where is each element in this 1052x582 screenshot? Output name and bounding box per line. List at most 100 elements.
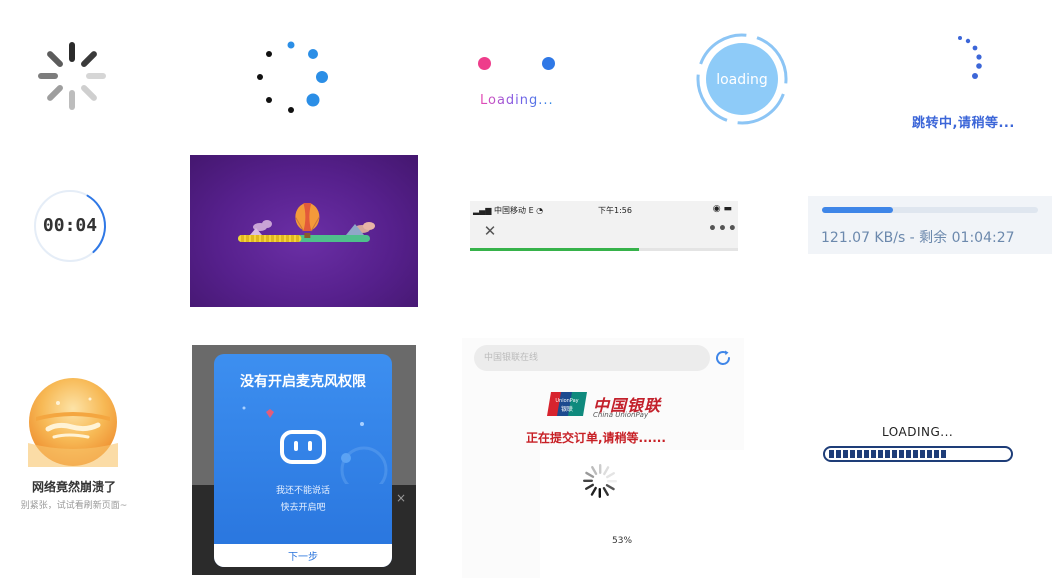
pay-spinner-spoke <box>603 466 610 476</box>
pay-spinner-spoke <box>598 488 601 498</box>
dialog-message-line2: 快去开启吧 <box>280 503 326 513</box>
pay-spinner-spoke <box>602 487 609 496</box>
segmented-progress-bar <box>823 446 1013 462</box>
progress-segment <box>857 450 862 458</box>
download-speed-text: 121.07 KB/s - 剩余 01:04:27 <box>821 230 1015 246</box>
spinner-dot <box>287 41 295 49</box>
svg-text:UnionPay: UnionPay <box>555 398 578 404</box>
spinner-dot <box>308 49 318 59</box>
pay-search-input[interactable]: 中国银联在线 <box>474 345 710 371</box>
planet-crash-icon <box>28 378 118 467</box>
hot-air-balloon-icon <box>294 203 320 238</box>
spinner-spoke <box>81 85 97 101</box>
pink-dot <box>478 57 491 70</box>
loading-circle-label: loading <box>716 72 768 88</box>
progress-segment <box>920 450 925 458</box>
dialog-title: 没有开启麦克风权限 <box>240 374 366 390</box>
pay-spinner-spoke <box>605 484 615 491</box>
pay-progress-percent: 53% <box>612 536 633 546</box>
dialog-message-line1: 我还不能说话 <box>275 486 330 496</box>
permission-dialog: 没有开启麦克风权限 我还不能说话 快去开启吧 下一步 <box>214 354 392 567</box>
page-load-progress-fill <box>470 248 639 251</box>
spinner-spoke <box>69 90 75 110</box>
arc-dot <box>972 45 978 51</box>
order-submitting-text: 正在提交订单,请稍等...... <box>526 431 666 445</box>
unionpay-brand-en: China UnionPay <box>593 411 649 419</box>
chain-link <box>291 235 294 242</box>
progress-segment <box>913 450 918 458</box>
progress-segment <box>850 450 855 458</box>
arc-dot <box>976 63 982 69</box>
progress-segment <box>864 450 869 458</box>
download-progress-card: 121.07 KB/s - 剩余 01:04:27 <box>808 196 1052 254</box>
pay-loading-panel <box>540 450 744 578</box>
progress-segment <box>843 450 848 458</box>
chain-link <box>261 235 264 242</box>
download-progress-track <box>822 207 1038 213</box>
countdown-timer: 00:04 <box>42 215 98 236</box>
chain-link <box>256 235 259 242</box>
chain-link <box>286 235 289 242</box>
redirect-text: 跳转中,请稍等... <box>912 116 1015 131</box>
chain-link <box>296 235 299 242</box>
dialog-footer: 下一步 <box>214 544 392 567</box>
status-bar: ▂▄▆ 中国移动 E ◔ 下午1:56 ◉ ▬ <box>470 201 738 219</box>
progress-segment <box>878 450 883 458</box>
pay-spinner-spoke <box>583 479 593 482</box>
spinner-dot <box>288 107 294 113</box>
broken-heart-icon <box>266 409 274 418</box>
balloon-scene <box>238 203 375 242</box>
progress-segment <box>885 450 890 458</box>
progress-segment <box>941 450 946 458</box>
status-time: 下午1:56 <box>598 206 632 215</box>
spinner-spoke <box>38 73 58 79</box>
more-menu-button[interactable]: ••• <box>708 221 738 237</box>
refresh-icon[interactable] <box>714 349 732 367</box>
loading-circle-icon: loading <box>696 33 788 125</box>
spinner-dot <box>266 97 272 103</box>
carrier-label: ▂▄▆ 中国移动 E ◔ <box>473 206 544 215</box>
pay-spinner-spoke <box>606 472 615 479</box>
progress-segment <box>906 450 911 458</box>
pay-spinner-spoke <box>599 464 602 474</box>
arc-dot <box>965 38 971 44</box>
pay-spinner-spoke <box>585 471 595 478</box>
blue-dot <box>542 57 555 70</box>
right-cloud-icon <box>346 222 375 235</box>
spinner-spoke <box>69 42 75 62</box>
unionpay-card: 中国银联在线 UnionPay 银联 中国银联 China UnionPay 正… <box>462 338 744 578</box>
segmented-progress-fill <box>829 450 946 458</box>
unionpay-logo-icon: UnionPay 银联 <box>547 392 587 416</box>
left-cloud-icon <box>250 220 272 235</box>
chain-link <box>271 235 274 242</box>
chain-link <box>246 235 249 242</box>
spinner-dot <box>266 51 272 57</box>
wifi-icon: ◔ <box>536 206 544 215</box>
pay-spinner-icon <box>583 464 617 498</box>
crash-subtitle: 别紧张，试试看刷新页面~ <box>20 501 128 511</box>
pay-spinner-spoke <box>591 466 598 475</box>
chain-link <box>281 235 284 242</box>
svg-text:银联: 银联 <box>561 405 573 413</box>
progress-segment <box>899 450 904 458</box>
spinner-dot <box>316 71 328 83</box>
spinner-spoke <box>86 73 106 79</box>
phone-webview-card: ▂▄▆ 中国移动 E ◔ 下午1:56 ◉ ▬ ✕ ••• <box>470 201 738 251</box>
pay-spinner-spoke <box>607 480 617 483</box>
close-icon[interactable]: ✕ <box>482 222 498 240</box>
dialog-close-icon[interactable]: × <box>396 491 406 505</box>
spinner-spoke <box>47 51 63 67</box>
progress-segment <box>829 450 834 458</box>
pay-spinner-spoke <box>590 486 597 496</box>
next-step-button[interactable]: 下一步 <box>214 548 392 563</box>
spinner-dot <box>257 74 263 80</box>
arc-dot <box>976 54 982 60</box>
progress-segment <box>836 450 841 458</box>
progress-segment <box>871 450 876 458</box>
chain-link <box>251 235 254 242</box>
chain-link <box>241 235 244 242</box>
chain-link <box>276 235 279 242</box>
spinner-spoke <box>81 51 97 67</box>
dot-spinner-icon <box>257 41 328 113</box>
battery-icon: ◉ ▬ <box>712 204 732 214</box>
